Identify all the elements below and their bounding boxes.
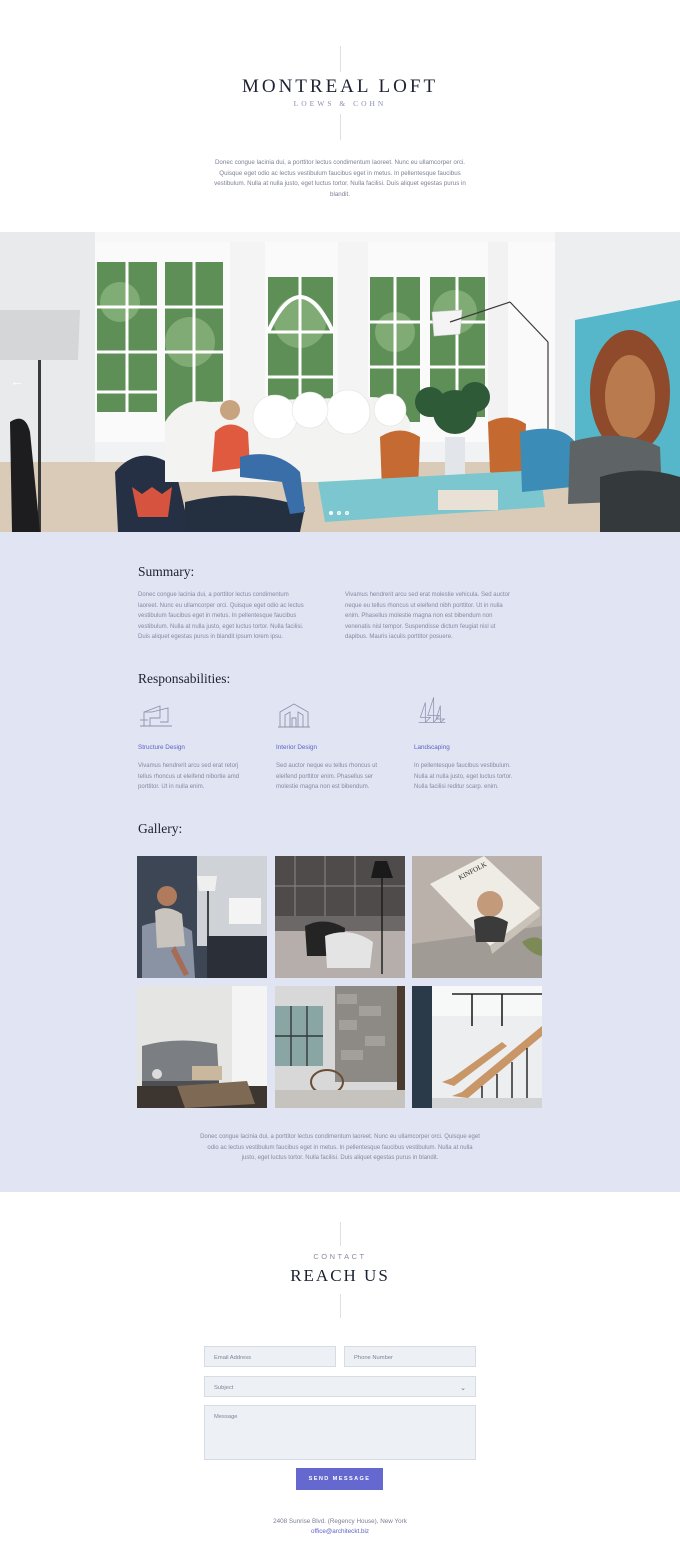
trees-icon xyxy=(418,697,446,724)
phone-field[interactable]: Phone Number xyxy=(344,1346,476,1367)
resp-title-interior[interactable]: Interior Design xyxy=(276,744,317,751)
hero-slide-dots xyxy=(329,511,349,515)
resp-text-interior: Sed auctor neque eu tellus rhoncus ut el… xyxy=(276,763,378,790)
email-field[interactable]: Email Address xyxy=(204,1346,336,1367)
gallery-outro-text: Donec congue lacinia dui, a porttitor le… xyxy=(200,1134,480,1162)
hero-dot-1[interactable] xyxy=(329,511,333,515)
page-subtitle: LOEWS & COHN xyxy=(293,99,387,108)
contact-email-link[interactable]: office@architeckt.biz xyxy=(0,1528,680,1535)
hero-dot-2[interactable] xyxy=(337,511,341,515)
hero-image xyxy=(0,232,680,532)
contact-address: 2408 Sunrise Blvd. (Regency House), New … xyxy=(273,1518,407,1525)
page-header: MONTREAL LOFT LOEWS & COHN Donec congue … xyxy=(0,0,680,232)
header-divider-bottom xyxy=(340,114,341,140)
chevron-down-icon: ⌄ xyxy=(460,1385,466,1392)
structure-icon xyxy=(140,705,172,727)
page-title: MONTREAL LOFT xyxy=(241,76,439,97)
interior-house-icon xyxy=(278,703,310,728)
resp-title-structure[interactable]: Structure Design xyxy=(138,744,185,751)
resp-title-landscaping[interactable]: Landscaping xyxy=(414,744,450,751)
gallery-image-4[interactable] xyxy=(137,986,267,1108)
resp-text-structure: Vivamus hendrerit arcu sed erat retorj t… xyxy=(138,763,240,790)
contact-kicker: CONTACT xyxy=(313,1252,367,1261)
responsibilities-heading: Responsabilities: xyxy=(138,671,231,686)
summary-col-1: Donec congue lacinia dui, a porttitor le… xyxy=(138,592,304,641)
resp-text-landscaping: In pellentesque faucibus vestibulum. Nul… xyxy=(414,763,513,790)
header-intro-text: Donec congue lacinia dui, a porttitor le… xyxy=(214,159,466,199)
summary-heading: Summary: xyxy=(138,564,195,579)
header-divider-top xyxy=(340,46,341,72)
phone-field-placeholder: Phone Number xyxy=(354,1355,393,1361)
message-textarea[interactable]: Message xyxy=(204,1405,476,1460)
subject-select-placeholder: Subject xyxy=(214,1385,234,1391)
gallery-image-5[interactable] xyxy=(275,986,405,1108)
hero-slider[interactable]: ← xyxy=(0,232,680,532)
contact-title: REACH US xyxy=(290,1266,390,1285)
summary-col-2: Vivamus hendrerit arcu sed erat molestie… xyxy=(345,592,510,641)
gallery-heading: Gallery: xyxy=(138,821,183,836)
message-textarea-placeholder: Message xyxy=(214,1414,238,1420)
gallery-image-2[interactable] xyxy=(275,856,405,978)
gallery-image-1[interactable] xyxy=(137,856,267,978)
gallery-image-6[interactable] xyxy=(412,986,542,1108)
subject-select[interactable]: Subject ⌄ xyxy=(204,1376,476,1397)
hero-dot-3[interactable] xyxy=(345,511,349,515)
send-message-button[interactable]: SEND MESSAGE xyxy=(296,1468,383,1490)
hero-prev-arrow-icon[interactable]: ← xyxy=(8,372,26,390)
contact-divider-top xyxy=(340,1222,341,1246)
gallery-image-3[interactable]: KINFOLK xyxy=(412,856,542,978)
contact-divider-bottom xyxy=(340,1294,341,1318)
email-field-placeholder: Email Address xyxy=(214,1355,252,1361)
